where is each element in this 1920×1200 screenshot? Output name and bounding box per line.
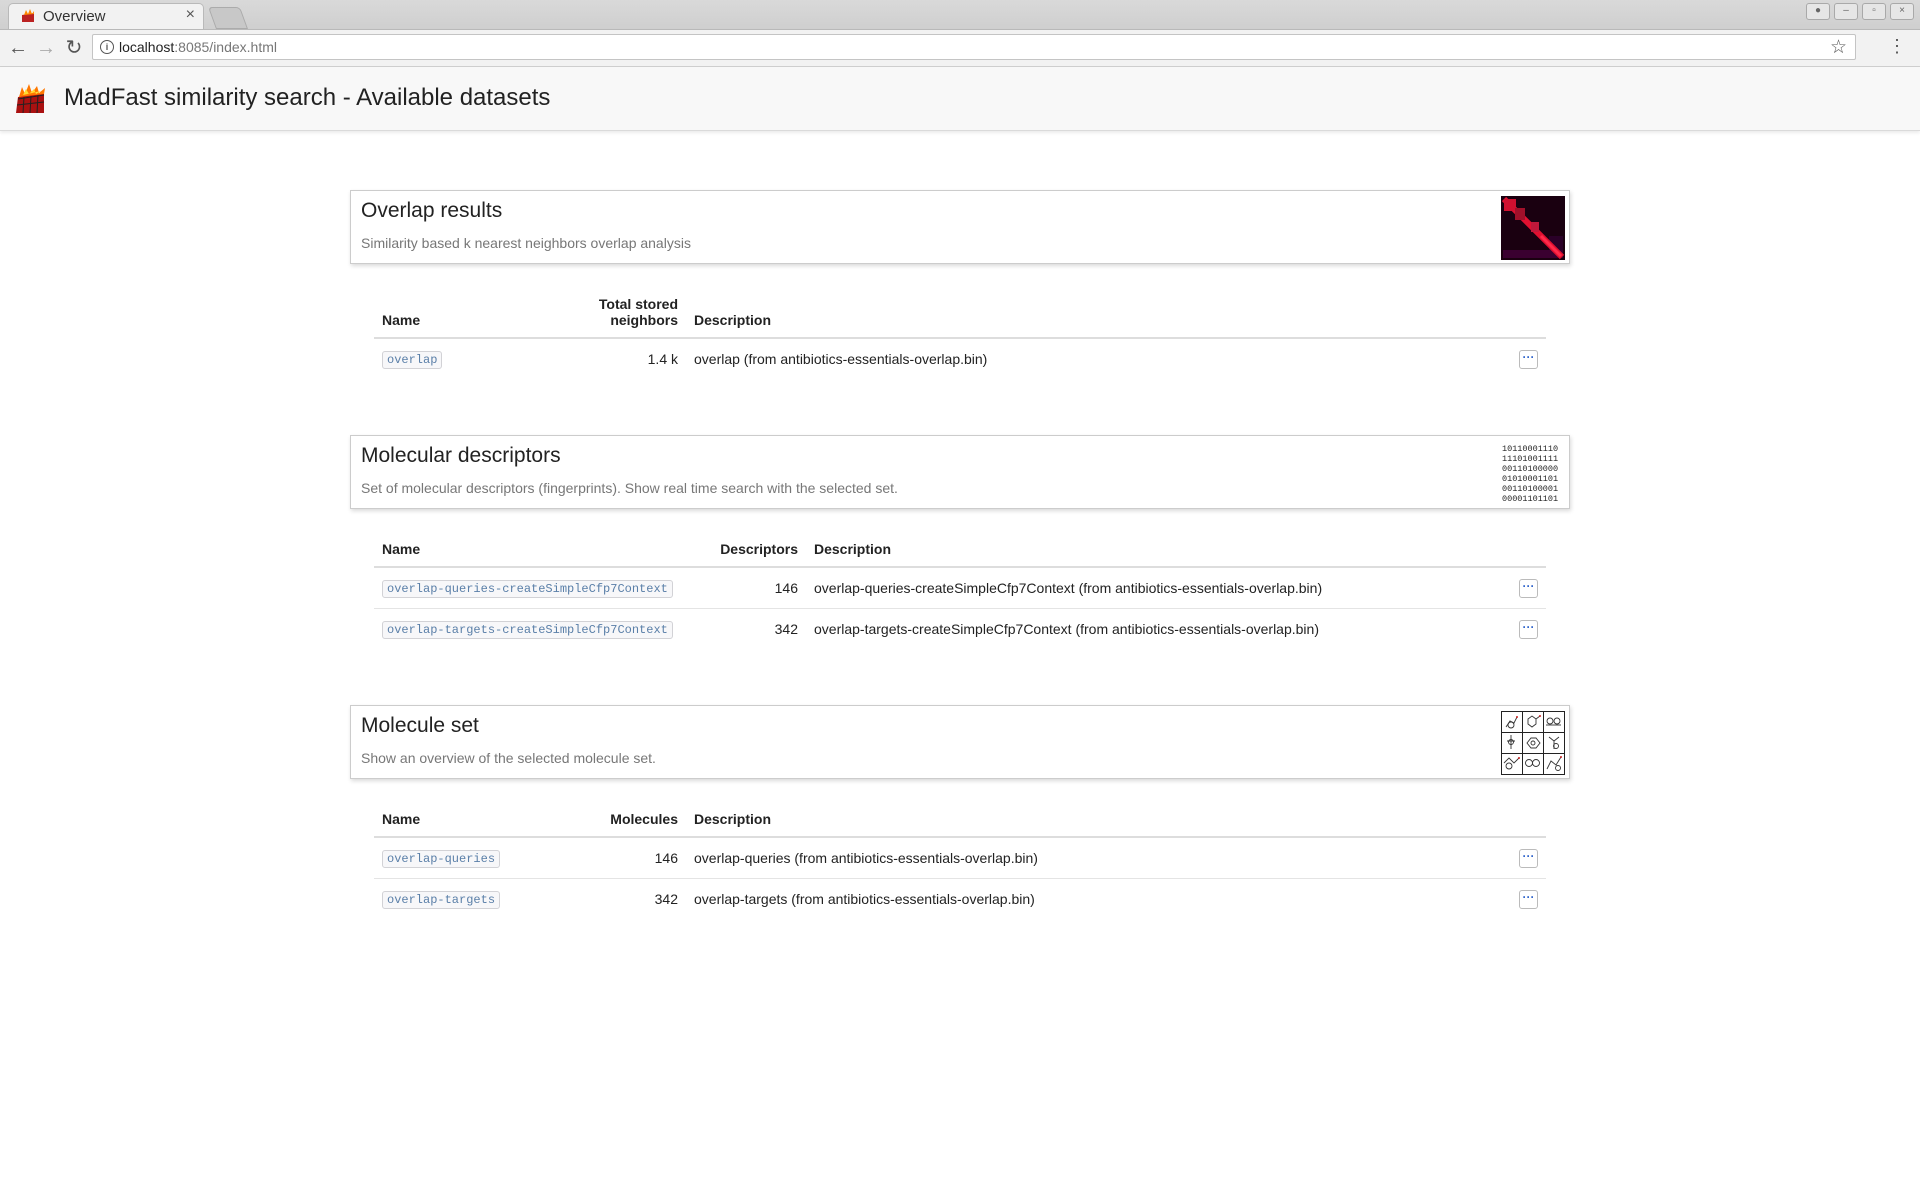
dataset-description: overlap-queries (from antibiotics-essent… bbox=[686, 837, 1500, 879]
section-description: Show an overview of the selected molecul… bbox=[361, 750, 656, 766]
column-header-value: Total stored neighbors bbox=[550, 288, 686, 339]
table-row: overlap-targets-createSimpleCfp7Context … bbox=[374, 609, 1546, 650]
dataset-name-link[interactable]: overlap bbox=[382, 351, 443, 369]
reload-icon[interactable]: ↻ bbox=[62, 36, 86, 60]
dataset-description: overlap-targets-createSimpleCfp7Context … bbox=[814, 620, 1319, 637]
section-card[interactable]: Molecular descriptors Set of molecular d… bbox=[350, 435, 1570, 509]
svg-text:00110100001: 00110100001 bbox=[1502, 484, 1558, 494]
svg-text:01010001101: 01010001101 bbox=[1502, 474, 1558, 484]
dataset-description: overlap-targets (from antibiotics-essent… bbox=[694, 890, 1035, 907]
table-row: overlap 1.4 k overlap (from antibiotics-… bbox=[374, 338, 1546, 379]
browser-tab[interactable]: Overview × bbox=[8, 3, 204, 29]
page-title: MadFast similarity search - Available da… bbox=[64, 84, 551, 111]
dataset-description: overlap (from antibiotics-essentials-ove… bbox=[694, 350, 988, 367]
column-header-actions bbox=[1500, 533, 1546, 568]
column-header-description: Description bbox=[686, 288, 1500, 339]
dataset-name-link[interactable]: overlap-queries bbox=[382, 850, 501, 868]
table-header-row: Name Molecules Description bbox=[374, 803, 1546, 838]
dataset-value: 146 bbox=[570, 837, 686, 879]
browser-toolbar: ← → ↻ i localhost:8085/index.html ☆ ⋮ bbox=[0, 30, 1920, 67]
browser-tab-strip: Overview × ● – ▫ × bbox=[0, 0, 1920, 30]
dataset-value: 342 bbox=[774, 620, 798, 637]
close-window-icon[interactable]: × bbox=[1890, 3, 1914, 20]
new-tab-button[interactable] bbox=[207, 7, 249, 29]
section-description: Set of molecular descriptors (fingerprin… bbox=[361, 480, 898, 496]
ellipsis-icon[interactable]: ··· bbox=[1519, 350, 1538, 369]
tab-title: Overview bbox=[43, 8, 106, 25]
dataset-value: 146 bbox=[710, 567, 806, 609]
table-row: overlap-targets 342 overlap-targets (fro… bbox=[374, 879, 1546, 920]
bookmark-star-icon[interactable]: ☆ bbox=[1830, 36, 1847, 59]
ellipsis-icon[interactable]: ··· bbox=[1519, 579, 1538, 598]
column-header-name: Name bbox=[374, 533, 710, 568]
column-header-name: Name bbox=[374, 803, 570, 838]
table-row: overlap-queries 146 overlap-queries (fro… bbox=[374, 837, 1546, 879]
column-header-value: Molecules bbox=[570, 803, 686, 838]
datasets-table: Name Descriptors Description overlap-que… bbox=[374, 533, 1546, 649]
section-overlap-results: Overlap results Similarity based k neare… bbox=[350, 190, 1570, 379]
dataset-value: 1.4 k bbox=[647, 350, 678, 367]
datasets-table: Name Molecules Description overlap-queri… bbox=[374, 803, 1546, 919]
section-card[interactable]: Molecule set Show an overview of the sel… bbox=[350, 705, 1570, 779]
svg-text:10110001110: 10110001110 bbox=[1502, 444, 1558, 454]
molecule-grid-icon bbox=[1501, 711, 1565, 775]
binary-digits-icon: 10110001110 11101001111 00110100000 0101… bbox=[1502, 444, 1558, 504]
tab-close-icon[interactable]: × bbox=[186, 6, 195, 24]
section-title: Overlap results bbox=[361, 199, 503, 222]
madfast-favicon-icon bbox=[22, 9, 34, 22]
dataset-description: overlap-queries-createSimpleCfp7Context … bbox=[806, 567, 1500, 609]
table-header-row: Name Total stored neighbors Description bbox=[374, 288, 1546, 339]
window-controls: ● – ▫ × bbox=[1806, 3, 1914, 20]
column-header-actions bbox=[1500, 288, 1546, 339]
ellipsis-icon[interactable]: ··· bbox=[1519, 849, 1538, 868]
column-header-description: Description bbox=[686, 803, 1500, 838]
maximize-icon[interactable]: ▫ bbox=[1862, 3, 1886, 20]
info-icon[interactable]: i bbox=[100, 40, 114, 54]
madfast-logo-icon bbox=[16, 84, 45, 114]
section-molecular-descriptors: Molecular descriptors Set of molecular d… bbox=[350, 435, 1570, 649]
section-description: Similarity based k nearest neighbors ove… bbox=[361, 235, 691, 251]
dataset-value: 342 bbox=[654, 890, 678, 907]
svg-text:00110100000: 00110100000 bbox=[1502, 464, 1558, 474]
ellipsis-icon[interactable]: ··· bbox=[1519, 890, 1538, 909]
section-card[interactable]: Overlap results Similarity based k neare… bbox=[350, 190, 1570, 264]
forward-arrow-icon[interactable]: → bbox=[34, 36, 58, 60]
table-row: overlap-queries-createSimpleCfp7Context … bbox=[374, 567, 1546, 609]
address-bar[interactable]: i localhost:8085/index.html ☆ bbox=[92, 34, 1856, 60]
svg-text:00001101101: 00001101101 bbox=[1502, 494, 1558, 504]
app-header: MadFast similarity search - Available da… bbox=[0, 67, 1920, 131]
svg-text:11101001111: 11101001111 bbox=[1502, 454, 1558, 464]
table-header-row: Name Descriptors Description bbox=[374, 533, 1546, 568]
minimize-icon[interactable]: – bbox=[1834, 3, 1858, 20]
dataset-name-link[interactable]: overlap-targets-createSimpleCfp7Context bbox=[382, 621, 673, 639]
section-title: Molecular descriptors bbox=[361, 444, 561, 467]
datasets-table: Name Total stored neighbors Description … bbox=[374, 288, 1546, 379]
column-header-actions bbox=[1500, 803, 1546, 838]
url-text: localhost:8085/index.html bbox=[119, 39, 277, 55]
dataset-name-link[interactable]: overlap-targets bbox=[382, 891, 501, 909]
profile-icon[interactable]: ● bbox=[1806, 3, 1830, 20]
browser-menu-icon[interactable]: ⋮ bbox=[1888, 37, 1906, 55]
back-arrow-icon[interactable]: ← bbox=[6, 36, 30, 60]
column-header-name: Name bbox=[374, 288, 550, 339]
section-molecule-set: Molecule set Show an overview of the sel… bbox=[350, 705, 1570, 919]
section-title: Molecule set bbox=[361, 714, 479, 737]
column-header-description: Description bbox=[806, 533, 1500, 568]
heatmap-icon bbox=[1501, 196, 1565, 260]
dataset-name-link[interactable]: overlap-queries-createSimpleCfp7Context bbox=[382, 580, 673, 598]
datasets-content: Overlap results Similarity based k neare… bbox=[350, 190, 1570, 975]
ellipsis-icon[interactable]: ··· bbox=[1519, 620, 1538, 639]
column-header-value: Descriptors bbox=[710, 533, 806, 568]
